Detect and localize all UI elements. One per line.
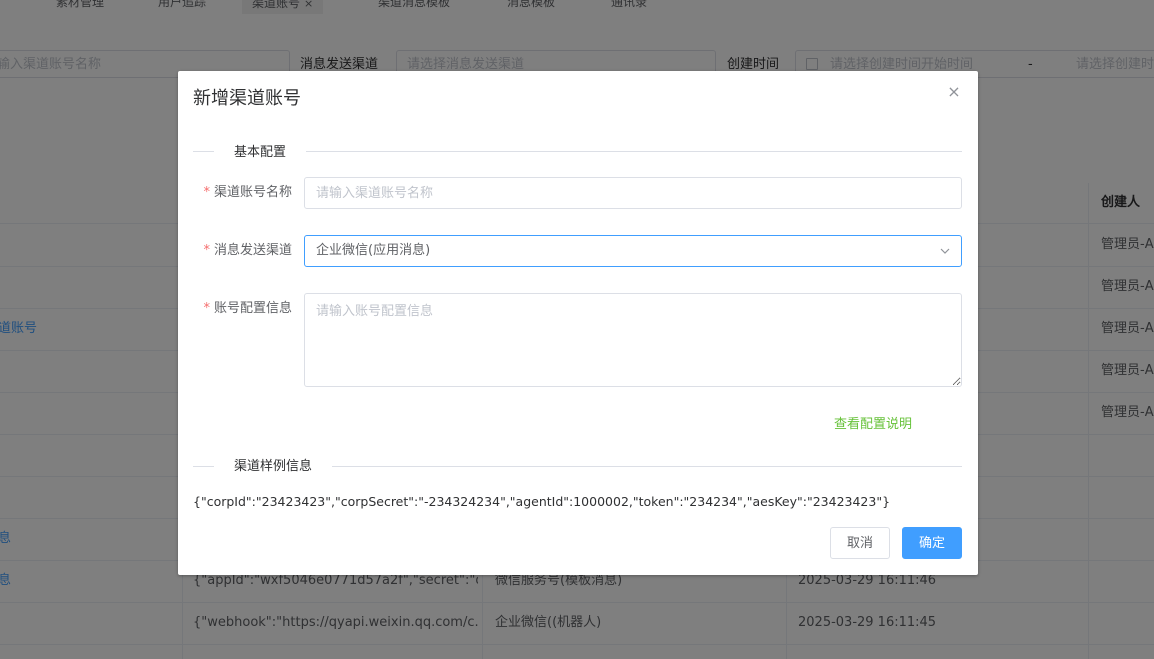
close-icon[interactable]: × [946, 84, 962, 100]
required-mark: * [203, 301, 210, 316]
required-mark: * [203, 243, 210, 258]
account-name-label: * 渠道账号名称 [178, 177, 292, 209]
section-title-sample: 渠道样例信息 [214, 458, 333, 476]
confirm-button[interactable]: 确定 [902, 527, 962, 559]
channel-sample-text: {"corpId":"23423423","corpSecret":"-2343… [193, 494, 891, 509]
add-channel-account-dialog: 新增渠道账号 × 基本配置 *渠道账号名称 *消息发送渠道 企业微信(应用消息)… [178, 71, 978, 575]
channel-select-value: 企业微信(应用消息) [316, 243, 431, 258]
required-mark: * [203, 185, 210, 200]
chevron-down-icon [940, 248, 950, 254]
section-divider-basic [193, 151, 962, 152]
account-name-label-text: 渠道账号名称 [213, 185, 292, 200]
account-config-label: * 账号配置信息 [178, 293, 292, 325]
account-name-input[interactable] [304, 177, 962, 209]
channel-label-text: 消息发送渠道 [213, 243, 292, 258]
account-config-textarea[interactable] [304, 293, 962, 387]
channel-label: * 消息发送渠道 [178, 235, 292, 267]
cancel-button[interactable]: 取消 [830, 527, 890, 559]
account-config-label-text: 账号配置信息 [213, 301, 292, 316]
dialog-title: 新增渠道账号 [193, 88, 301, 109]
view-config-help-link[interactable]: 查看配置说明 [834, 416, 912, 434]
section-title-basic: 基本配置 [214, 144, 307, 162]
channel-select[interactable]: 企业微信(应用消息) [304, 235, 962, 267]
